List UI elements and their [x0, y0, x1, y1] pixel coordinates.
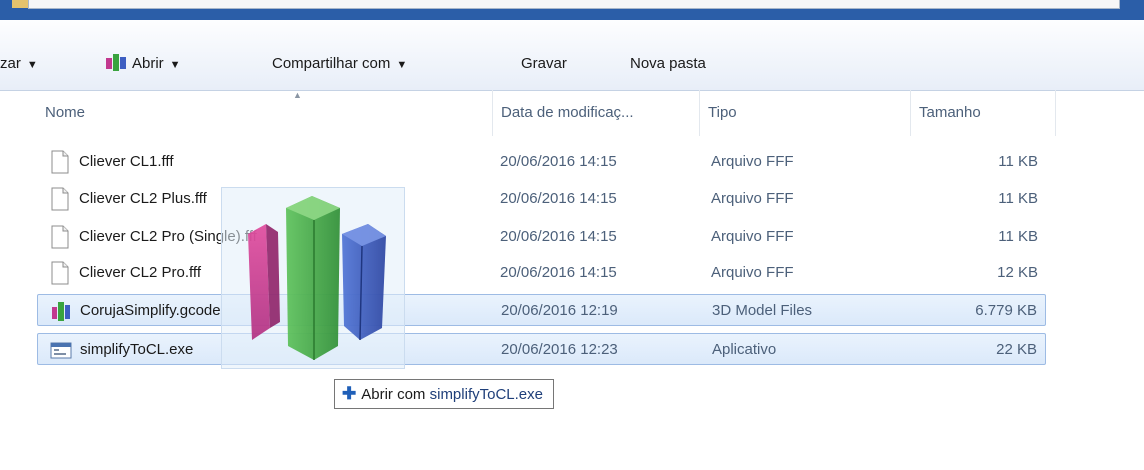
chevron-down-icon: ▼ [169, 59, 181, 71]
document-icon [51, 150, 69, 174]
column-label: Tamanho [919, 104, 981, 121]
share-label: Compartilhar com [272, 55, 391, 72]
file-type: Arquivo FFF [711, 264, 794, 281]
chevron-down-icon: ▼ [396, 59, 408, 71]
file-row[interactable]: Cliever CL2 Pro.fff 20/06/2016 14:15 Arq… [37, 257, 1046, 289]
column-label: Data de modificaç... [501, 104, 634, 121]
column-label: Tipo [708, 104, 737, 121]
file-type: Arquivo FFF [711, 228, 794, 245]
document-icon [51, 261, 69, 285]
column-header-size[interactable]: Tamanho [911, 90, 1056, 136]
command-bar: zar ▼ Abrir ▼ Compartilhar com ▼ Gravar Nov… [0, 20, 1144, 91]
file-row[interactable]: Cliever CL2 Plus.fff 20/06/2016 14:15 Ar… [37, 183, 1046, 215]
file-row-drop-target[interactable]: simplifyToCL.exe 20/06/2016 12:23 Aplica… [37, 333, 1046, 365]
document-icon [51, 225, 69, 249]
new-folder-label: Nova pasta [630, 55, 706, 72]
file-size: 22 KB [996, 341, 1037, 358]
file-size: 11 KB [998, 228, 1038, 245]
simplify3d-icon [248, 196, 386, 360]
file-type: Arquivo FFF [711, 153, 794, 170]
folder-icon [12, 0, 28, 8]
open-label: Abrir [132, 55, 164, 72]
file-name: CorujaSimplify.gcode [80, 302, 221, 319]
share-with-button[interactable]: Compartilhar com ▼ [272, 52, 407, 76]
address-bar[interactable] [28, 0, 1120, 9]
window-title-bar [0, 0, 1144, 20]
burn-button[interactable]: Gravar [521, 52, 567, 76]
file-date: 20/06/2016 14:15 [500, 153, 617, 170]
chevron-down-icon: ▼ [26, 59, 38, 71]
file-row-selected[interactable]: CorujaSimplify.gcode 20/06/2016 12:19 3D… [37, 294, 1046, 326]
file-row[interactable]: Cliever CL2 Pro (Single).fff 20/06/2016 … [37, 221, 1046, 253]
column-header-row: Nome ▲ Data de modificaç... Tipo Tamanho [0, 90, 1144, 136]
file-size: 11 KB [998, 190, 1038, 207]
document-icon [51, 187, 69, 211]
file-type: Arquivo FFF [711, 190, 794, 207]
open-button[interactable]: Abrir ▼ [105, 52, 181, 76]
file-row[interactable]: Cliever CL1.fff 20/06/2016 14:15 Arquivo… [37, 146, 1046, 178]
file-type: 3D Model Files [712, 302, 813, 319]
simplify3d-icon [106, 54, 126, 71]
exe-window-icon [50, 342, 72, 359]
sort-ascending-icon: ▲ [293, 90, 302, 100]
simplify3d-icon [52, 302, 70, 321]
column-header-date[interactable]: Data de modificaç... [493, 90, 700, 136]
file-date: 20/06/2016 14:15 [500, 190, 617, 207]
organize-label: zar [0, 55, 21, 72]
file-date: 20/06/2016 14:15 [500, 228, 617, 245]
column-label: Nome [45, 104, 86, 121]
file-name: Cliever CL1.fff [79, 153, 174, 170]
drag-preview [221, 187, 405, 369]
new-folder-button[interactable]: Nova pasta [630, 52, 706, 76]
file-name: Cliever CL2 Pro.fff [79, 264, 201, 281]
file-name: Cliever CL2 Plus.fff [79, 190, 207, 207]
column-header-type[interactable]: Tipo [700, 90, 911, 136]
drop-tooltip: ✚ Abrir com simplifyToCL.exe [334, 379, 554, 409]
file-size: 6.779 KB [975, 302, 1037, 319]
file-date: 20/06/2016 12:23 [501, 341, 618, 358]
drop-action-label: Abrir com [361, 386, 426, 403]
burn-label: Gravar [521, 55, 567, 72]
file-date: 20/06/2016 14:15 [500, 264, 617, 281]
plus-icon: ✚ [342, 384, 357, 403]
organize-button[interactable]: zar ▼ [0, 52, 38, 76]
file-name: simplifyToCL.exe [80, 341, 194, 358]
file-type: Aplicativo [712, 341, 777, 358]
file-size: 11 KB [998, 153, 1038, 170]
file-size: 12 KB [997, 264, 1038, 281]
column-header-name[interactable]: Nome ▲ [37, 90, 493, 136]
file-date: 20/06/2016 12:19 [501, 302, 618, 319]
drop-target-app: simplifyToCL.exe [429, 386, 543, 403]
